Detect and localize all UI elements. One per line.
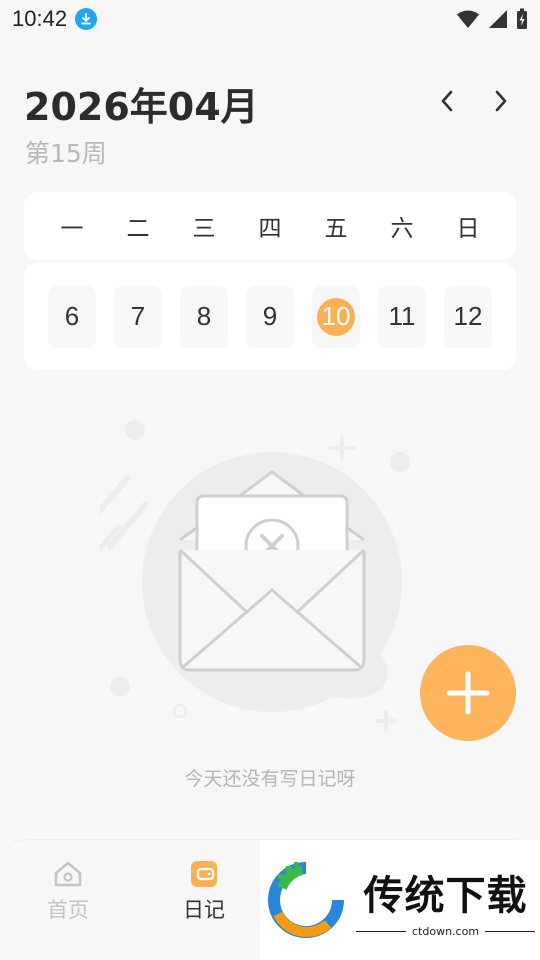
date-cell[interactable]: 12 [444,285,492,348]
prev-week-button[interactable] [432,86,462,116]
watermark-subtitle: ctdown.com [412,924,480,938]
status-time: 10:42 [12,6,68,31]
battery-charging-icon [517,8,527,29]
wifi-icon [457,10,479,28]
week-label: 第15周 [25,139,107,168]
empty-message: 今天还没有写日记呀 [184,768,356,790]
weekday-sat: 六 [390,216,414,242]
selected-date-label: 10 [317,297,355,336]
download-icon [75,8,98,30]
week-dates: 6 7 8 9 10 11 12 [24,263,516,370]
date-cell[interactable]: 7 [114,285,162,348]
watermark-subtitle-row: ctdown.com [356,924,536,938]
signal-icon [489,10,507,28]
weekday-sun: 日 [456,216,480,242]
chevron-left-icon [441,90,453,112]
ctdown-logo-icon [268,862,344,938]
plus-icon [446,671,490,715]
nav-item-diary[interactable]: 日记 [159,860,249,924]
watermark-text: 传统下载 ctdown.com [356,863,536,938]
date-cell[interactable]: 9 [246,285,294,348]
watermark-title: 传统下载 [363,872,528,919]
weekday-tue: 二 [126,216,150,242]
date-cell[interactable]: 6 [48,285,96,348]
empty-envelope-icon [100,420,410,732]
weekday-header: 一 二 三 四 五 六 日 [24,192,516,260]
date-cell-selected[interactable]: 10 [312,285,360,348]
weekday-wed: 三 [192,216,216,242]
month-title: 2026年04月 [24,85,259,129]
nav-label-home: 首页 [47,898,89,922]
diary-icon [191,861,217,887]
watermark: 传统下载 ctdown.com [260,840,540,960]
chevron-right-icon [495,90,507,112]
status-bar: 10:42 [0,0,540,38]
nav-item-home[interactable]: 首页 [23,860,113,924]
nav-label-diary: 日记 [183,898,225,922]
status-icons [456,8,528,30]
weekday-mon: 一 [60,216,84,242]
divider [356,930,406,932]
home-icon [54,861,82,887]
add-diary-button[interactable] [420,645,516,741]
next-week-button[interactable] [486,86,516,116]
date-cell[interactable]: 8 [180,285,228,348]
weekday-thu: 四 [258,216,282,242]
date-cell[interactable]: 11 [378,285,426,348]
weekday-fri: 五 [324,216,348,242]
divider [485,930,536,932]
